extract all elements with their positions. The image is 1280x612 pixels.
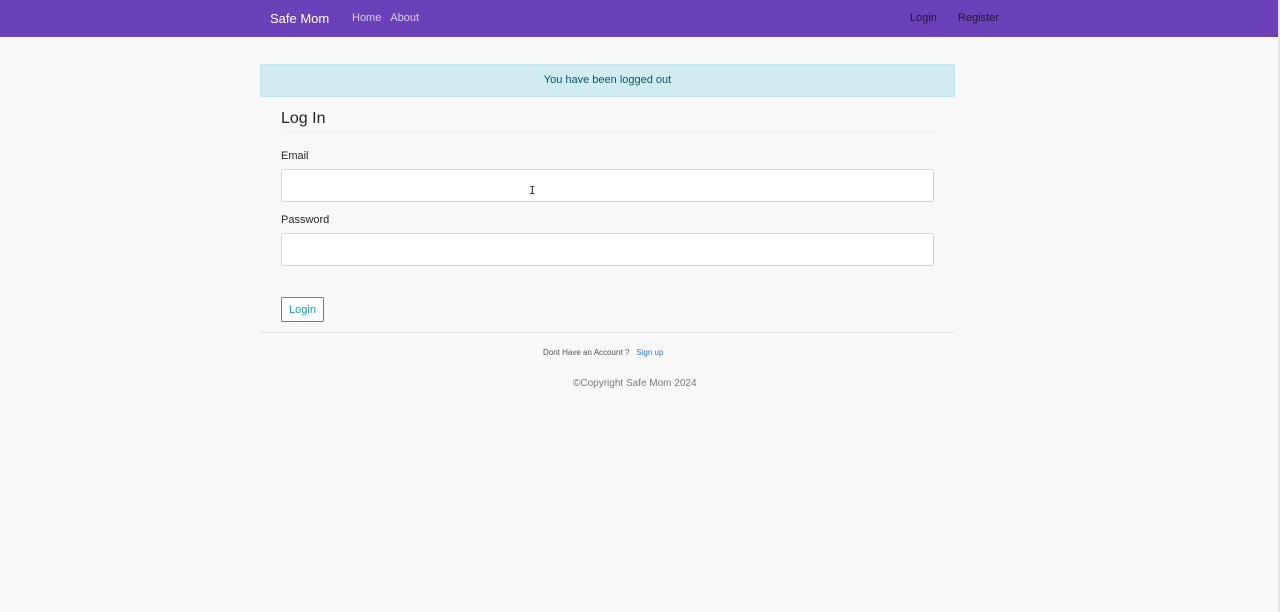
login-button[interactable]: Login <box>281 297 324 322</box>
password-field[interactable] <box>281 233 934 266</box>
nav-about-link[interactable]: About <box>390 12 419 24</box>
nav-home-link[interactable]: Home <box>352 12 381 24</box>
password-label: Password <box>281 214 330 226</box>
email-label: Email <box>281 150 309 162</box>
logout-alert: You have been logged out <box>260 64 955 97</box>
nav-login-link[interactable]: Login <box>910 12 937 24</box>
nav-left-links: Home About <box>352 12 419 24</box>
footer-divider <box>260 332 955 333</box>
nav-right-links: Login Register <box>910 12 999 24</box>
signup-prompt: Dont Have an Account ? Sign up <box>543 348 663 357</box>
text-cursor-icon: I <box>529 184 536 197</box>
title-divider <box>281 131 934 132</box>
signup-link[interactable]: Sign up <box>636 348 663 357</box>
page-title: Log In <box>281 110 326 127</box>
top-navbar: Safe Mom Home About Login Register <box>0 0 1278 37</box>
copyright-text: ©Copyright Safe Mom 2024 <box>573 378 697 389</box>
nav-register-link[interactable]: Register <box>958 12 999 24</box>
signup-prompt-text: Dont Have an Account ? <box>543 348 630 357</box>
email-field[interactable] <box>281 169 934 202</box>
brand-link[interactable]: Safe Mom <box>270 11 329 26</box>
